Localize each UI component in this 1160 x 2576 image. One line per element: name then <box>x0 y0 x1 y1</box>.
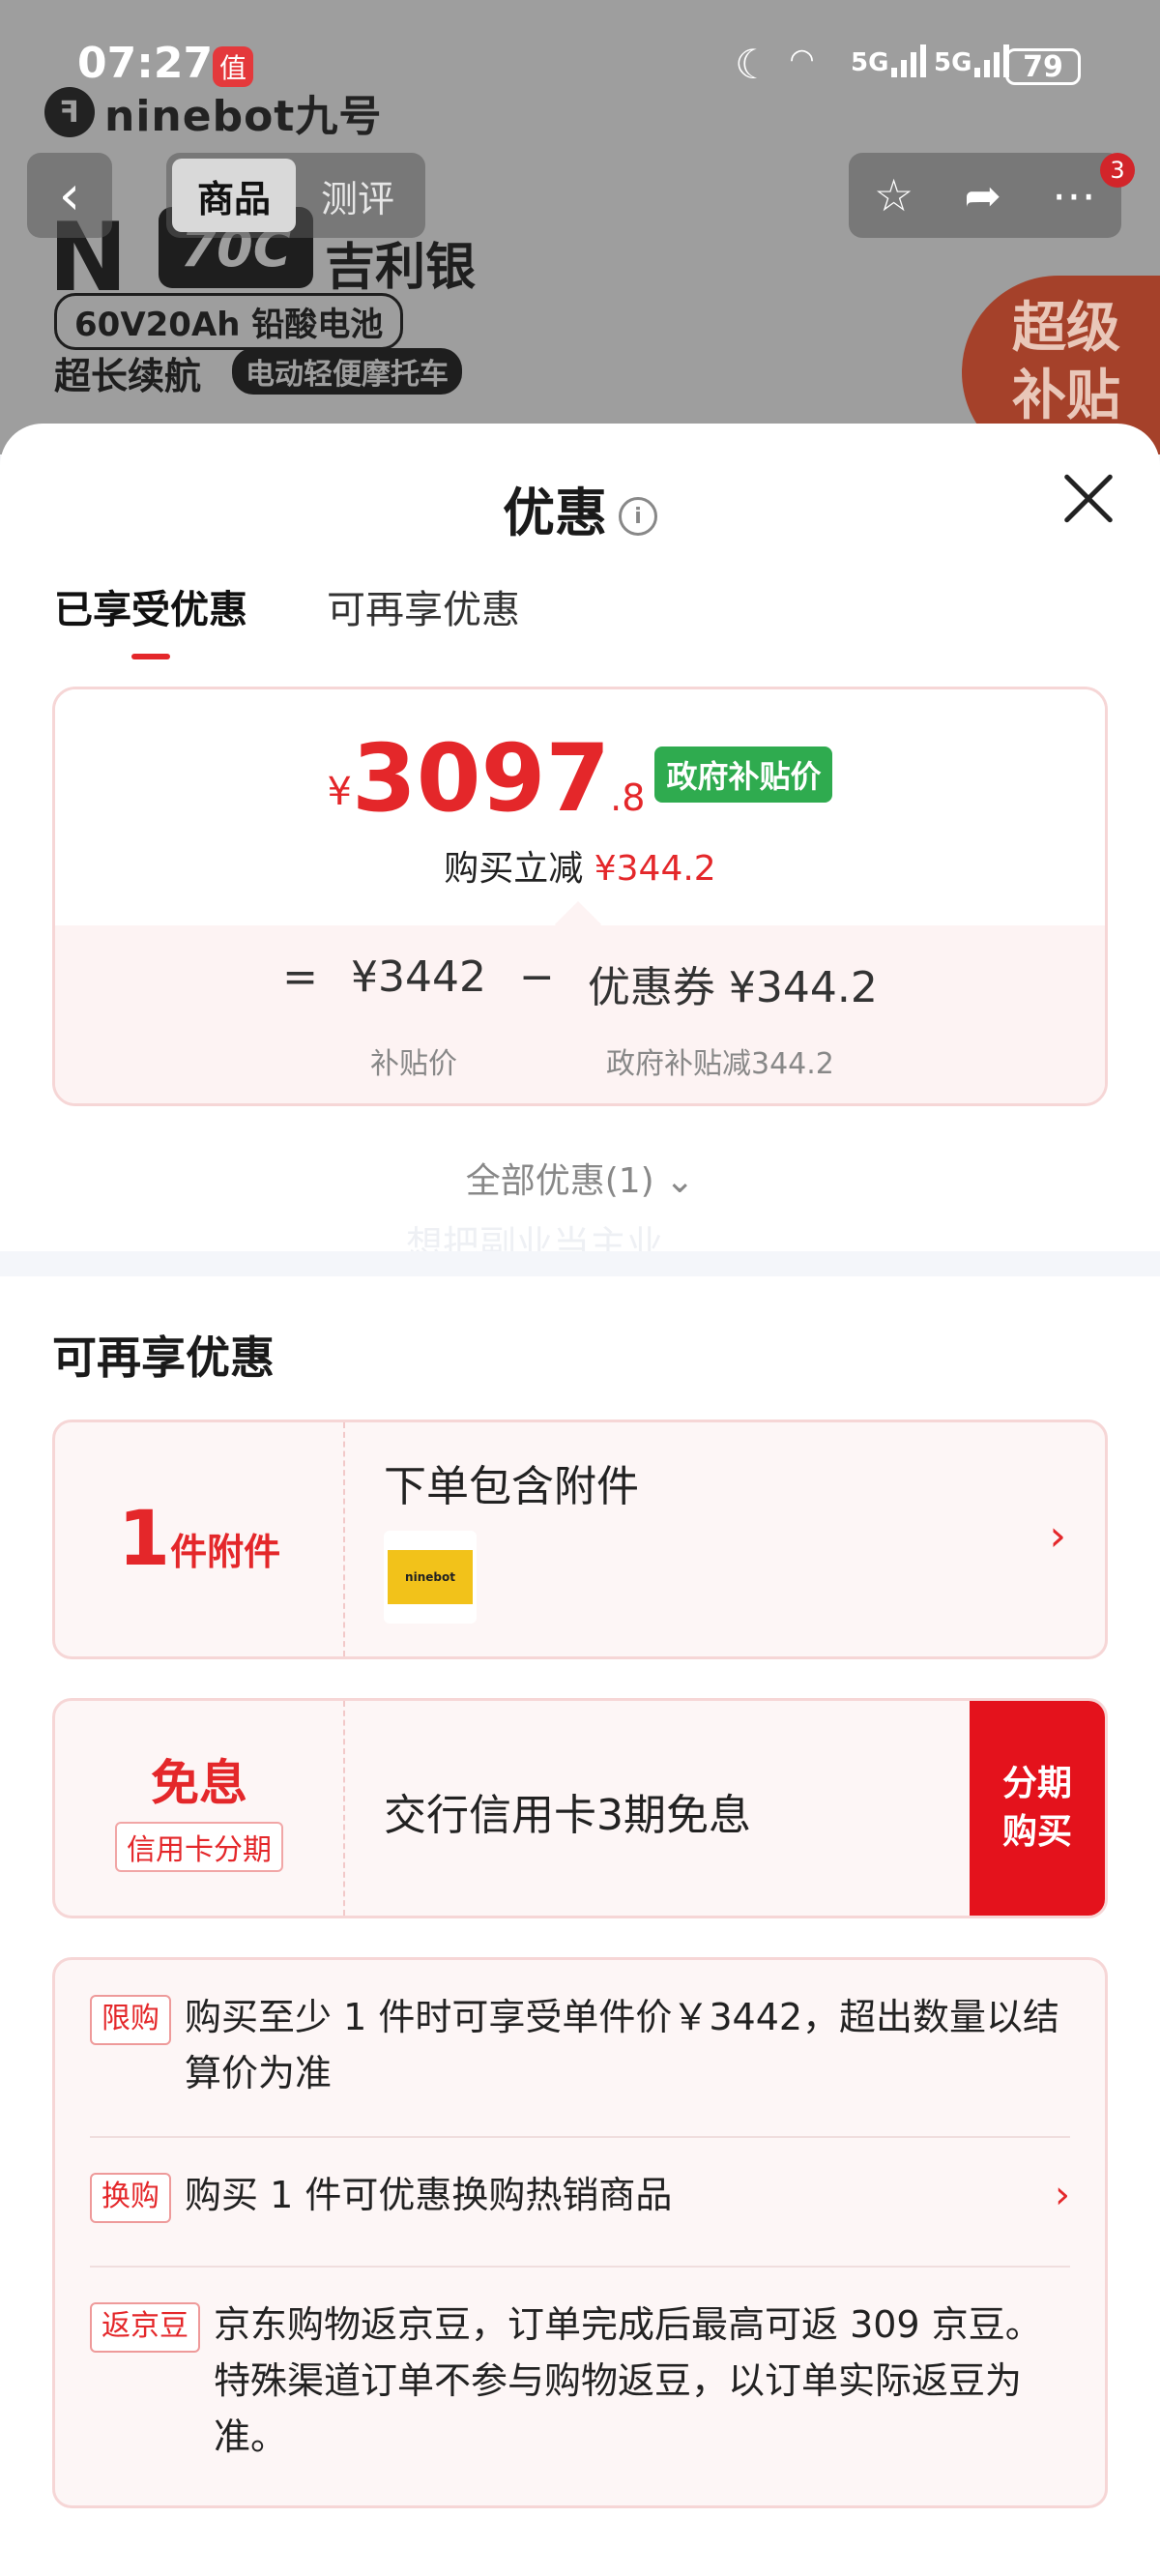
formula-coupon: 优惠券 ¥344.2 <box>587 963 878 1012</box>
rules-card: 限购 购买至少 1 件时可享受单件价￥3442，超出数量以结算价为准 换购 购买… <box>52 1957 1108 2508</box>
price-decimal: .8 <box>610 776 646 819</box>
coupon-caption: 政府补贴减344.2 <box>606 1047 834 1081</box>
app-notification-icon: 值 <box>213 46 253 87</box>
wifi-icon: ◠ <box>791 43 814 76</box>
chevron-right-icon: › <box>1055 2173 1070 2217</box>
battery-indicator: 79 <box>1005 48 1081 85</box>
price-formula-area: = ¥3442 − 优惠券 ¥344.2 补贴价 政府补贴减344.2 <box>55 900 1105 1103</box>
price-integer: 3097 <box>351 724 611 833</box>
network-type-1: 5G <box>851 48 889 77</box>
installment-text: 交行信用卡3期免息 <box>384 1791 751 1840</box>
rule-purchase-limit: 限购 购买至少 1 件时可享受单件价￥3442，超出数量以结算价为准 <box>90 1989 1070 2101</box>
cell-signal-1: 5G <box>851 44 927 77</box>
rule-text: 购买 1 件可优惠换购热销商品 <box>185 2174 673 2216</box>
cart-count-badge: 3 <box>1100 153 1135 188</box>
interest-free-label: 免息 <box>151 1755 247 1811</box>
signal-bars-icon <box>891 44 927 77</box>
accessory-qty-panel: 1件附件 <box>55 1422 345 1656</box>
all-offers-link[interactable]: 全部优惠(1) ⌄ <box>0 1153 1160 1203</box>
page-segment-control: 商品 测评 <box>166 153 425 238</box>
rule-trade-in[interactable]: 换购 购买 1 件可优惠换购热销商品 › <box>90 2167 1070 2223</box>
installment-buy-button[interactable]: 分期 购买 <box>970 1701 1105 1916</box>
promo-line-2: 补贴 <box>1012 365 1120 427</box>
rule-tag: 换购 <box>90 2173 171 2223</box>
sheet-title-row: 优惠 i <box>0 470 1160 546</box>
chevron-left-icon: ‹ <box>58 163 81 227</box>
base-price-caption: 补贴价 <box>370 1047 457 1081</box>
share-icon[interactable]: ➦ <box>964 169 1001 221</box>
sheet-title: 优惠 <box>503 483 607 543</box>
tab-enjoyed-discounts[interactable]: 已享受优惠 <box>54 578 247 659</box>
hero-tag: 电动轻便摩托车 <box>232 348 462 395</box>
hero-range: 超长续航 <box>54 355 202 397</box>
accessory-qty-unit: 件附件 <box>170 1531 281 1573</box>
credit-card-installment-tag: 信用卡分期 <box>115 1822 283 1872</box>
section-divider <box>0 1251 1160 1276</box>
accessory-qty: 1件附件 <box>118 1496 280 1583</box>
rule-tag: 返京豆 <box>90 2302 200 2353</box>
sheet-header: 优惠 i <box>0 424 1160 578</box>
info-icon[interactable]: i <box>619 497 657 537</box>
installment-offer-card: 免息 信用卡分期 交行信用卡3期免息 分期 购买 <box>52 1698 1108 1918</box>
tab-more-discounts[interactable]: 可再享优惠 <box>327 578 520 659</box>
formula-base-price: ¥3442 <box>351 952 487 1002</box>
rule-text: 京东购物返京豆，订单完成后最高可返 309 京豆。特殊渠道订单不参与购物返豆，以… <box>214 2303 1042 2458</box>
rule-text: 购买至少 1 件时可享受单件价￥3442，超出数量以结算价为准 <box>185 1996 1060 2094</box>
all-offers-label: 全部优惠(1) <box>465 1161 654 1201</box>
do-not-disturb-icon: ☾ <box>735 41 771 88</box>
tab-review[interactable]: 测评 <box>296 159 420 232</box>
final-price-area: ¥3097.8 政府补贴价 购买立减 ¥344.2 <box>55 689 1105 925</box>
discount-tabs: 已享受优惠 可再享优惠 <box>54 578 520 659</box>
discount-sheet: 优惠 i 已享受优惠 可再享优惠 ¥3097.8 政府补贴价 购买立减 ¥344.2… <box>0 424 1160 2576</box>
accessory-thumbnail[interactable]: ninebot <box>384 1531 477 1624</box>
chevron-right-icon: › <box>1049 1511 1066 1561</box>
chevron-down-icon: ⌄ <box>665 1161 695 1201</box>
close-button[interactable] <box>1059 470 1117 528</box>
instant-reduction: 购买立减 ¥344.2 <box>55 840 1105 891</box>
reduce-amount: ¥344.2 <box>594 849 716 889</box>
installment-button-line-2: 购买 <box>1001 1812 1072 1852</box>
status-time: 07:27 <box>77 39 214 88</box>
back-button[interactable]: ‹ <box>27 153 112 238</box>
installment-button-line-1: 分期 <box>1001 1764 1072 1803</box>
promo-line-1: 超级 <box>1012 297 1120 360</box>
tab-product[interactable]: 商品 <box>172 159 296 232</box>
reduce-label: 购买立减 <box>444 849 584 889</box>
accessory-qty-number: 1 <box>117 1496 171 1583</box>
price-formula: = ¥3442 − 优惠券 ¥344.2 <box>55 952 1105 1014</box>
star-icon[interactable]: ☆ <box>874 169 914 221</box>
installment-panel: 免息 信用卡分期 <box>55 1701 345 1916</box>
more-icon[interactable]: ⋯ <box>1052 169 1096 221</box>
rule-divider <box>90 2136 1070 2138</box>
accessory-thumb-label: ninebot <box>388 1550 473 1604</box>
gov-subsidy-badge: 政府补贴价 <box>654 746 833 803</box>
accessory-offer-card[interactable]: 1件附件 下单包含附件 ninebot › <box>52 1420 1108 1659</box>
accessory-title: 下单包含附件 <box>384 1462 639 1511</box>
cell-signal-2: 5G <box>934 44 1010 77</box>
formula-equals: = <box>282 952 319 1002</box>
network-type-2: 5G <box>934 48 972 77</box>
rule-divider <box>90 2266 1070 2268</box>
action-group: ☆ ➦ ⋯ <box>849 153 1121 238</box>
price-currency: ¥ <box>327 770 352 814</box>
rule-tag: 限购 <box>90 1995 171 2045</box>
formula-minus: − <box>519 952 555 1002</box>
status-bar: 07:27 值 ☾ ◠ 5G 5G 79 <box>0 39 1160 101</box>
price-breakdown-card: ¥3097.8 政府补贴价 购买立减 ¥344.2 = ¥3442 − 优惠券 ¥… <box>52 687 1108 1106</box>
hero-battery: 60V20Ah 铅酸电池 <box>54 293 404 350</box>
final-price: ¥3097.8 政府补贴价 <box>55 724 1105 833</box>
rule-jd-beans: 返京豆 京东购物返京豆，订单完成后最高可返 309 京豆。特殊渠道订单不参与购物… <box>90 2297 1070 2465</box>
section-title: 可再享优惠 <box>52 1332 275 1384</box>
